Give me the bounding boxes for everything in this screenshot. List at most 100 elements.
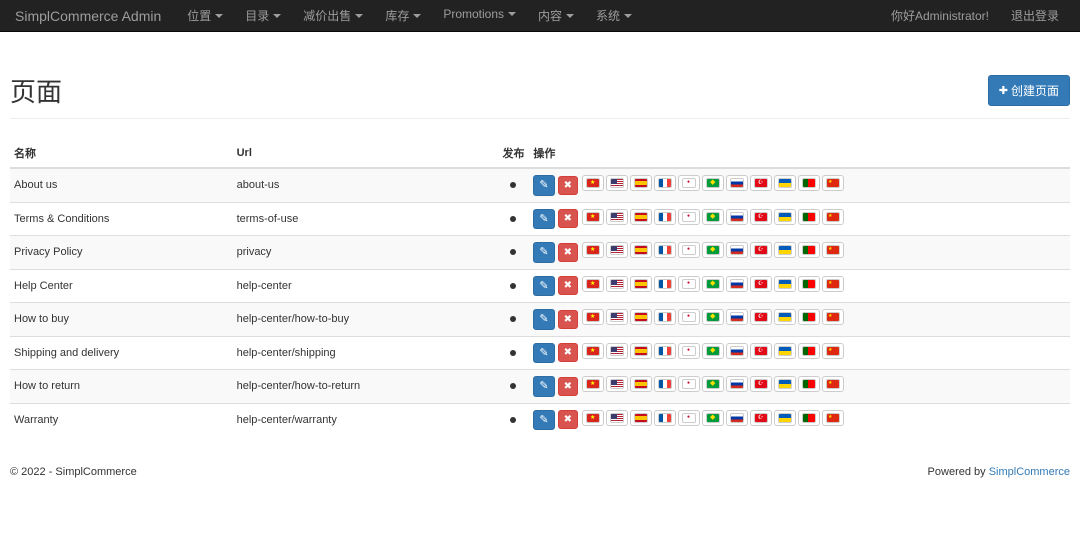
nav-item-2[interactable]: 减价出售 [292,0,374,31]
locale-flag-us[interactable] [606,209,628,225]
locale-flag-vn[interactable] [582,242,604,258]
locale-flag-pt[interactable] [798,410,820,426]
locale-flag-br[interactable] [702,309,724,325]
create-page-button[interactable]: 创建页面 [988,75,1070,106]
locale-flag-cn[interactable] [822,175,844,191]
locale-flag-es[interactable] [630,343,652,359]
locale-flag-ru[interactable] [726,309,748,325]
locale-flag-us[interactable] [606,175,628,191]
nav-item-3[interactable]: 库存 [374,0,432,31]
locale-flag-ru[interactable] [726,343,748,359]
locale-flag-fr[interactable] [654,309,676,325]
locale-flag-kr[interactable] [678,242,700,258]
locale-flag-ru[interactable] [726,242,748,258]
locale-flag-tr[interactable] [750,175,772,191]
locale-flag-fr[interactable] [654,242,676,258]
delete-button[interactable] [558,310,578,329]
locale-flag-us[interactable] [606,410,628,426]
locale-flag-us[interactable] [606,309,628,325]
nav-item-5[interactable]: 内容 [527,0,585,31]
locale-flag-ua[interactable] [774,175,796,191]
locale-flag-tr[interactable] [750,276,772,292]
nav-greeting[interactable]: 你好Administrator! [880,0,1000,31]
locale-flag-fr[interactable] [654,276,676,292]
locale-flag-kr[interactable] [678,376,700,392]
locale-flag-es[interactable] [630,209,652,225]
nav-logout[interactable]: 退出登录 [1000,0,1070,31]
edit-button[interactable] [533,209,554,230]
locale-flag-pt[interactable] [798,343,820,359]
locale-flag-vn[interactable] [582,309,604,325]
locale-flag-br[interactable] [702,242,724,258]
locale-flag-tr[interactable] [750,309,772,325]
delete-button[interactable] [558,176,578,195]
delete-button[interactable] [558,377,578,396]
locale-flag-br[interactable] [702,175,724,191]
locale-flag-fr[interactable] [654,175,676,191]
locale-flag-br[interactable] [702,209,724,225]
locale-flag-vn[interactable] [582,209,604,225]
nav-item-1[interactable]: 目录 [234,0,292,31]
locale-flag-fr[interactable] [654,376,676,392]
locale-flag-cn[interactable] [822,410,844,426]
footer-powered-link[interactable]: SimplCommerce [989,466,1070,478]
locale-flag-kr[interactable] [678,343,700,359]
locale-flag-kr[interactable] [678,410,700,426]
locale-flag-fr[interactable] [654,343,676,359]
locale-flag-ru[interactable] [726,276,748,292]
locale-flag-cn[interactable] [822,309,844,325]
edit-button[interactable] [533,242,554,263]
locale-flag-vn[interactable] [582,343,604,359]
locale-flag-pt[interactable] [798,276,820,292]
edit-button[interactable] [533,376,554,397]
locale-flag-kr[interactable] [678,175,700,191]
nav-item-4[interactable]: Promotions [432,0,527,28]
edit-button[interactable] [533,410,554,431]
locale-flag-ua[interactable] [774,376,796,392]
locale-flag-ua[interactable] [774,242,796,258]
locale-flag-vn[interactable] [582,276,604,292]
locale-flag-ru[interactable] [726,175,748,191]
locale-flag-pt[interactable] [798,376,820,392]
locale-flag-es[interactable] [630,175,652,191]
locale-flag-vn[interactable] [582,175,604,191]
locale-flag-br[interactable] [702,410,724,426]
locale-flag-ru[interactable] [726,209,748,225]
locale-flag-br[interactable] [702,376,724,392]
delete-button[interactable] [558,410,578,429]
locale-flag-us[interactable] [606,276,628,292]
locale-flag-kr[interactable] [678,309,700,325]
locale-flag-pt[interactable] [798,242,820,258]
locale-flag-vn[interactable] [582,376,604,392]
locale-flag-tr[interactable] [750,343,772,359]
locale-flag-us[interactable] [606,343,628,359]
locale-flag-ru[interactable] [726,410,748,426]
locale-flag-ua[interactable] [774,410,796,426]
locale-flag-kr[interactable] [678,209,700,225]
locale-flag-cn[interactable] [822,343,844,359]
locale-flag-fr[interactable] [654,209,676,225]
locale-flag-br[interactable] [702,343,724,359]
locale-flag-es[interactable] [630,309,652,325]
brand-link[interactable]: SimplCommerce Admin [10,0,176,31]
locale-flag-tr[interactable] [750,242,772,258]
locale-flag-ua[interactable] [774,343,796,359]
locale-flag-es[interactable] [630,276,652,292]
nav-item-0[interactable]: 位置 [176,0,234,31]
locale-flag-tr[interactable] [750,376,772,392]
edit-button[interactable] [533,276,554,297]
delete-button[interactable] [558,343,578,362]
locale-flag-es[interactable] [630,376,652,392]
locale-flag-ua[interactable] [774,309,796,325]
locale-flag-cn[interactable] [822,376,844,392]
locale-flag-tr[interactable] [750,209,772,225]
locale-flag-cn[interactable] [822,242,844,258]
locale-flag-es[interactable] [630,242,652,258]
locale-flag-fr[interactable] [654,410,676,426]
locale-flag-cn[interactable] [822,276,844,292]
locale-flag-tr[interactable] [750,410,772,426]
edit-button[interactable] [533,175,554,196]
delete-button[interactable] [558,209,578,228]
edit-button[interactable] [533,309,554,330]
locale-flag-us[interactable] [606,376,628,392]
